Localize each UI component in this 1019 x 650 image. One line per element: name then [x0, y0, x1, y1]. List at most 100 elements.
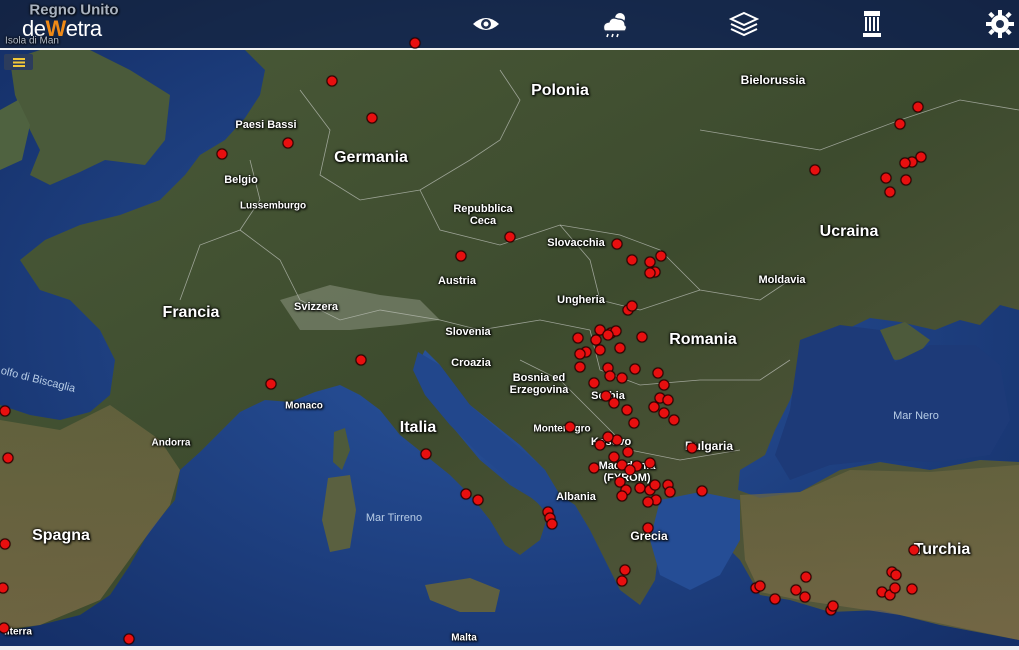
event-marker[interactable] — [662, 394, 674, 406]
event-marker[interactable] — [686, 442, 698, 454]
event-marker[interactable] — [611, 238, 623, 250]
event-marker[interactable] — [460, 488, 472, 500]
event-marker[interactable] — [619, 564, 631, 576]
event-marker[interactable] — [769, 593, 781, 605]
event-marker[interactable] — [889, 582, 901, 594]
weather-cloud-sun-icon[interactable] — [594, 6, 634, 42]
event-marker[interactable] — [696, 485, 708, 497]
label-mar-nero: Mar Nero — [893, 410, 939, 422]
event-marker[interactable] — [0, 405, 11, 417]
event-marker[interactable] — [658, 407, 670, 419]
event-marker[interactable] — [652, 367, 664, 379]
event-marker[interactable] — [0, 538, 11, 550]
label-andorra: Andorra — [151, 437, 191, 449]
event-marker[interactable] — [908, 544, 920, 556]
event-marker[interactable] — [326, 75, 338, 87]
label-moldavia: Moldavia — [758, 274, 806, 286]
label-spagna: Spagna — [32, 527, 90, 544]
event-marker[interactable] — [564, 421, 576, 433]
label-repubblica-ceca: Repubblica Ceca — [453, 203, 513, 227]
label-regno-unito: Regno Unito — [29, 1, 119, 19]
event-marker[interactable] — [123, 633, 135, 645]
event-marker[interactable] — [614, 342, 626, 354]
event-marker[interactable] — [355, 354, 367, 366]
event-marker[interactable] — [655, 250, 667, 262]
layers-menu-button[interactable] — [4, 54, 33, 70]
event-marker[interactable] — [420, 448, 432, 460]
event-marker[interactable] — [636, 331, 648, 343]
event-marker[interactable] — [616, 372, 628, 384]
event-marker[interactable] — [282, 137, 294, 149]
event-marker[interactable] — [622, 446, 634, 458]
event-marker[interactable] — [600, 390, 612, 402]
event-marker[interactable] — [574, 348, 586, 360]
label-belgio: Belgio — [224, 174, 258, 186]
event-marker[interactable] — [754, 580, 766, 592]
event-marker[interactable] — [616, 575, 628, 587]
event-marker[interactable] — [546, 518, 558, 530]
event-marker[interactable] — [616, 490, 628, 502]
event-marker[interactable] — [626, 254, 638, 266]
eye-icon[interactable] — [466, 6, 506, 42]
event-marker[interactable] — [588, 377, 600, 389]
event-marker[interactable] — [629, 363, 641, 375]
top-toolbar: deWetra — [0, 0, 1019, 50]
label-mar-tirreno: Mar Tirreno — [365, 512, 423, 524]
label-ungheria: Ungheria — [557, 294, 605, 306]
event-marker[interactable] — [621, 404, 633, 416]
event-marker[interactable] — [472, 494, 484, 506]
event-marker[interactable] — [216, 148, 228, 160]
event-marker[interactable] — [455, 250, 467, 262]
bottom-border — [0, 646, 1019, 650]
event-marker[interactable] — [899, 157, 911, 169]
event-marker[interactable] — [2, 452, 14, 464]
event-marker[interactable] — [602, 431, 614, 443]
event-marker[interactable] — [668, 414, 680, 426]
label-malta: Malta — [451, 632, 477, 644]
label-romania: Romania — [669, 331, 737, 348]
event-marker[interactable] — [800, 571, 812, 583]
event-marker[interactable] — [602, 329, 614, 341]
event-marker[interactable] — [624, 464, 636, 476]
event-marker[interactable] — [809, 164, 821, 176]
event-marker[interactable] — [880, 172, 892, 184]
event-marker[interactable] — [906, 583, 918, 595]
label-germania: Germania — [334, 149, 408, 166]
label-italia: Italia — [399, 419, 437, 436]
event-marker[interactable] — [644, 457, 656, 469]
event-marker[interactable] — [664, 486, 676, 498]
label-croazia: Croazia — [451, 357, 491, 369]
event-marker[interactable] — [409, 37, 421, 49]
event-marker[interactable] — [912, 101, 924, 113]
event-marker[interactable] — [827, 600, 839, 612]
event-marker[interactable] — [366, 112, 378, 124]
event-marker[interactable] — [884, 186, 896, 198]
label-slovacchia: Slovacchia — [547, 237, 605, 249]
event-marker[interactable] — [604, 370, 616, 382]
label-francia: Francia — [162, 304, 220, 321]
event-marker[interactable] — [628, 417, 640, 429]
event-marker[interactable] — [574, 361, 586, 373]
gear-icon[interactable] — [980, 6, 1019, 42]
label-isola-di-man: Isola di Man — [5, 35, 59, 47]
event-marker[interactable] — [265, 378, 277, 390]
event-marker[interactable] — [572, 332, 584, 344]
event-marker[interactable] — [588, 462, 600, 474]
event-marker[interactable] — [649, 479, 661, 491]
event-marker[interactable] — [642, 496, 654, 508]
event-marker[interactable] — [626, 300, 638, 312]
label-austria: Austria — [438, 275, 476, 287]
event-marker[interactable] — [890, 569, 902, 581]
layers-icon[interactable] — [724, 6, 764, 42]
event-marker[interactable] — [594, 344, 606, 356]
event-marker[interactable] — [799, 591, 811, 603]
event-marker[interactable] — [658, 379, 670, 391]
archive-icon[interactable] — [852, 6, 892, 42]
event-marker[interactable] — [900, 174, 912, 186]
event-marker[interactable] — [894, 118, 906, 130]
event-marker[interactable] — [504, 231, 516, 243]
label-polonia: Polonia — [531, 82, 589, 99]
satellite-map[interactable] — [0, 0, 1019, 650]
event-marker[interactable] — [644, 267, 656, 279]
event-marker[interactable] — [642, 522, 654, 534]
